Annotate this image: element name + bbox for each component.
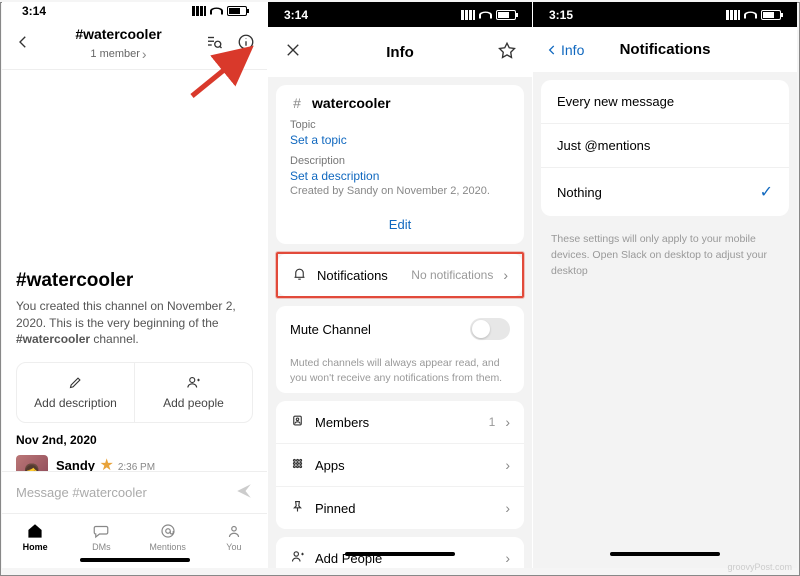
status-indicators [461,10,516,20]
pencil-icon [68,375,83,390]
chevron-right-icon: › [503,267,508,283]
page-title: Info [302,44,498,61]
channel-title: #watercooler [32,26,205,43]
status-indicators [192,6,247,16]
date-divider: Nov 2nd, 2020 [2,423,267,451]
checkmark-icon: ✓ [760,182,773,202]
home-indicator [610,552,720,556]
settings-note: These settings will only apply to your m… [533,224,797,287]
edit-button[interactable]: Edit [276,207,524,244]
back-icon[interactable] [14,33,32,56]
tab-you[interactable]: You [201,518,267,554]
message-time: 2:36 PM [118,462,155,471]
channel-name-row: # watercooler [290,95,510,111]
hash-icon: # [290,95,304,111]
mute-channel-row[interactable]: Mute Channel [276,306,524,352]
pinned-row[interactable]: Pinned › [276,486,524,529]
clock: 3:14 [22,4,46,18]
composer-placeholder: Message #watercooler [16,485,147,500]
clock: 3:15 [549,8,573,22]
person-icon [290,413,305,431]
channel-subtitle: 1 member› [90,46,146,63]
mute-toggle[interactable] [470,318,510,340]
members-row[interactable]: Members 1 › [276,401,524,443]
bell-icon [292,266,307,284]
home-indicator [80,558,190,562]
channel-header: #watercooler 1 member› [2,20,267,70]
option-mentions[interactable]: Just @mentions [541,123,789,167]
option-nothing[interactable]: Nothing ✓ [541,167,789,216]
pin-icon [290,499,305,517]
add-person-icon [290,549,305,567]
add-person-icon [186,375,201,390]
status-bar: 3:14 [2,2,267,20]
set-topic-link[interactable]: Set a topic [290,133,510,147]
message-row[interactable]: 👩 Sandy ★2:36 PM joined #watercooler [2,451,267,471]
option-every-message[interactable]: Every new message [541,80,789,123]
tab-dms[interactable]: DMs [68,518,134,554]
tab-bar: Home DMs Mentions You [2,513,267,554]
channel-heading: #watercooler [16,270,253,292]
phone-screen-notifications: 3:15 Info Notifications Every new messag… [532,2,797,568]
tab-home[interactable]: Home [2,518,68,554]
notifications-highlight: Notifications No notifications › [276,252,524,298]
page-title: Notifications [575,41,755,58]
header-title-group[interactable]: #watercooler 1 member› [32,26,205,63]
apps-icon [290,456,305,474]
members-card: Members 1 › Apps › Pinned › [276,401,524,529]
watermark: groovyPost.com [727,562,792,572]
star-icon[interactable] [498,41,516,63]
topic-label: Topic [290,119,510,131]
tab-mentions[interactable]: Mentions [135,518,201,554]
message-user: Sandy [56,458,95,471]
chevron-right-icon: › [505,550,510,566]
chevron-right-icon: › [505,414,510,430]
add-description-button[interactable]: Add description [17,363,134,422]
home-indicator [345,552,455,556]
status-bar: 3:15 [533,2,797,27]
chevron-right-icon: › [505,500,510,516]
phone-screen-info: 3:14 Info # watercooler Topic Set a to [267,2,532,568]
close-icon[interactable] [284,41,302,63]
status-bar: 3:14 [268,2,532,27]
search-icon[interactable] [205,33,223,56]
message-composer[interactable]: Message #watercooler [2,471,267,513]
channel-info-card: # watercooler Topic Set a topic Descript… [276,85,524,244]
mute-card: Mute Channel Muted channels will always … [276,306,524,393]
status-indicators [726,10,781,20]
chevron-left-icon [545,43,559,57]
channel-actions: Add description Add people [16,362,253,423]
channel-intro-text: You created this channel on November 2, … [16,298,253,348]
clock: 3:14 [284,8,308,22]
apps-row[interactable]: Apps › [276,443,524,486]
created-text: Created by Sandy on November 2, 2020. [290,185,510,197]
info-header: Info [268,27,532,77]
description-label: Description [290,155,510,167]
notification-options-list: Every new message Just @mentions Nothing… [541,80,789,216]
mute-note: Muted channels will always appear read, … [276,352,524,385]
set-description-link[interactable]: Set a description [290,169,510,183]
avatar: 👩 [16,455,48,471]
add-people-button[interactable]: Add people [134,363,252,422]
notifications-row[interactable]: Notifications No notifications › [278,254,522,296]
phone-screen-channel: 3:14 #watercooler 1 member› #wat [2,2,267,568]
chevron-right-icon: › [505,457,510,473]
notifications-header: Info Notifications [533,27,797,72]
info-icon[interactable] [237,33,255,56]
send-icon[interactable] [235,482,253,503]
